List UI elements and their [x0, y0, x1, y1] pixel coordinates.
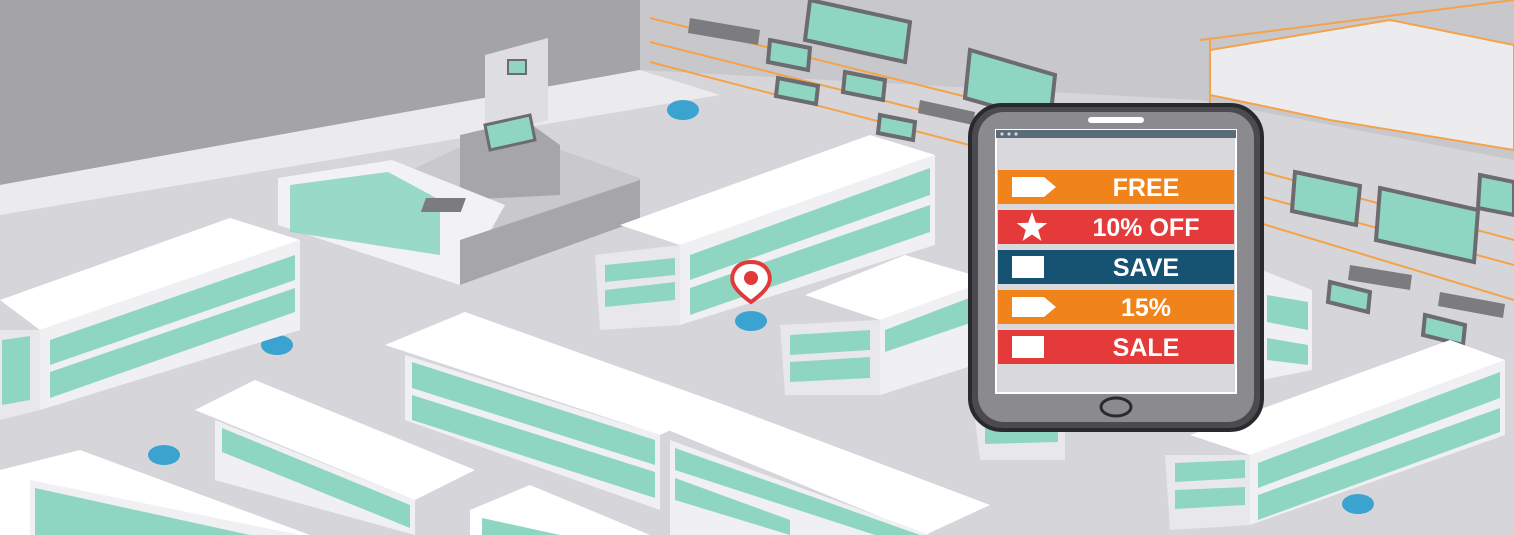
- store-illustration: FREE 10% OFF SAVE 15% SALE: [0, 0, 1514, 535]
- beacon-icon: [1342, 494, 1374, 514]
- offer-label: FREE: [1113, 174, 1180, 202]
- beacon-icon: [667, 100, 699, 120]
- offer-label: SAVE: [1113, 254, 1179, 282]
- offer-label: 10% OFF: [1093, 214, 1200, 242]
- offer-banner: 10% OFF: [998, 210, 1234, 244]
- offer-banner: 15%: [998, 290, 1234, 324]
- phone-speaker: [1088, 117, 1144, 123]
- beacon-icon: [735, 311, 767, 331]
- offer-list: FREE 10% OFF SAVE 15% SALE: [998, 170, 1234, 364]
- offer-label: SALE: [1113, 334, 1180, 362]
- store-scene-svg: FREE 10% OFF SAVE 15% SALE: [0, 0, 1514, 535]
- offer-label: 15%: [1121, 294, 1171, 322]
- beacon-icon: [148, 445, 180, 465]
- square-icon: [1012, 256, 1044, 278]
- square-icon: [1012, 336, 1044, 358]
- offer-banner: FREE: [998, 170, 1234, 204]
- offer-banner: SALE: [998, 330, 1234, 364]
- offer-banner: SAVE: [998, 250, 1234, 284]
